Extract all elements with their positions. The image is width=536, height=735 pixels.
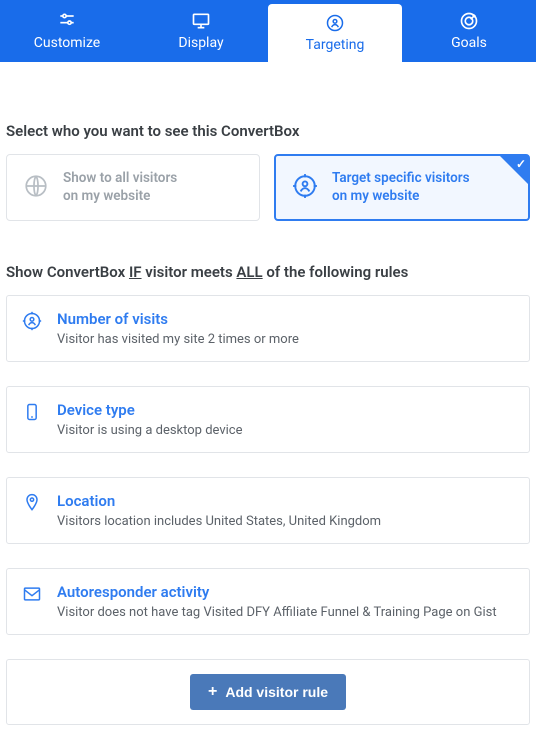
- nav-tab-targeting[interactable]: Targeting: [268, 4, 402, 62]
- rules-heading-prefix: Show ConvertBox: [6, 263, 129, 281]
- rule-card[interactable]: Location Visitors location includes Unite…: [6, 477, 530, 544]
- rule-title: Location: [57, 492, 381, 510]
- nav-tab-customize[interactable]: Customize: [0, 0, 134, 62]
- rule-body: Location Visitors location includes Unite…: [57, 492, 381, 529]
- target-user-icon: [292, 173, 318, 203]
- monitor-icon: [191, 11, 211, 31]
- nav-tab-label: Display: [178, 35, 223, 51]
- sliders-icon: [57, 11, 77, 31]
- rule-description: Visitor has visited my site 2 times or m…: [57, 332, 299, 347]
- rule-body: Device type Visitor is using a desktop de…: [57, 401, 243, 438]
- rule-title: Device type: [57, 401, 243, 419]
- rule-title: Autoresponder activity: [57, 583, 497, 601]
- location-pin-icon: [21, 492, 43, 513]
- add-visitor-rule-button[interactable]: + Add visitor rule: [190, 674, 346, 710]
- option-line2: on my website: [63, 188, 177, 206]
- add-rule-bar: + Add visitor rule: [6, 659, 530, 725]
- option-show-all[interactable]: Show to all visitors on my website: [6, 154, 260, 221]
- rule-card[interactable]: Autoresponder activity Visitor does not h…: [6, 568, 530, 635]
- rule-body: Autoresponder activity Visitor does not h…: [57, 583, 497, 620]
- rule-card[interactable]: Device type Visitor is using a desktop de…: [6, 386, 530, 453]
- globe-icon: [23, 173, 49, 203]
- target-user-icon: [21, 310, 43, 331]
- rule-description: Visitor is using a desktop device: [57, 423, 243, 438]
- nav-tab-label: Customize: [34, 35, 100, 51]
- rule-card[interactable]: Number of visits Visitor has visited my s…: [6, 295, 530, 362]
- mail-icon: [21, 583, 43, 604]
- rules-list: Number of visits Visitor has visited my s…: [6, 295, 530, 635]
- nav-tab-label: Targeting: [306, 37, 365, 53]
- option-line1: Show to all visitors: [63, 170, 177, 188]
- section-heading: Select who you want to see this ConvertB…: [6, 122, 530, 140]
- mobile-device-icon: [21, 401, 43, 422]
- check-icon: [500, 156, 528, 184]
- option-line1: Target specific visitors: [332, 170, 470, 188]
- nav-tab-display[interactable]: Display: [134, 0, 268, 62]
- rule-title: Number of visits: [57, 310, 299, 328]
- main-content: Select who you want to see this ConvertB…: [0, 62, 536, 735]
- rule-description: Visitors location includes United States…: [57, 514, 381, 529]
- nav-tab-label: Goals: [451, 35, 487, 51]
- rules-heading-mid: visitor meets: [142, 263, 237, 281]
- rule-body: Number of visits Visitor has visited my s…: [57, 310, 299, 347]
- plus-icon: +: [208, 684, 217, 700]
- rules-heading-suffix: of the following rules: [263, 263, 409, 281]
- rules-heading: Show ConvertBox IF visitor meets ALL of …: [6, 263, 530, 281]
- rules-heading-if[interactable]: IF: [129, 263, 142, 281]
- goal-target-icon: [459, 11, 479, 31]
- option-target-specific[interactable]: Target specific visitors on my website: [274, 154, 530, 221]
- rules-heading-all[interactable]: ALL: [236, 263, 262, 281]
- nav-tab-goals[interactable]: Goals: [402, 0, 536, 62]
- rule-description: Visitor does not have tag Visited DFY Af…: [57, 605, 497, 620]
- add-rule-label: Add visitor rule: [225, 684, 328, 700]
- option-line2: on my website: [332, 188, 470, 206]
- top-nav: Customize Display Targeting Goals: [0, 0, 536, 62]
- visibility-options: Show to all visitors on my website Targe…: [6, 154, 530, 221]
- target-user-icon: [325, 13, 345, 33]
